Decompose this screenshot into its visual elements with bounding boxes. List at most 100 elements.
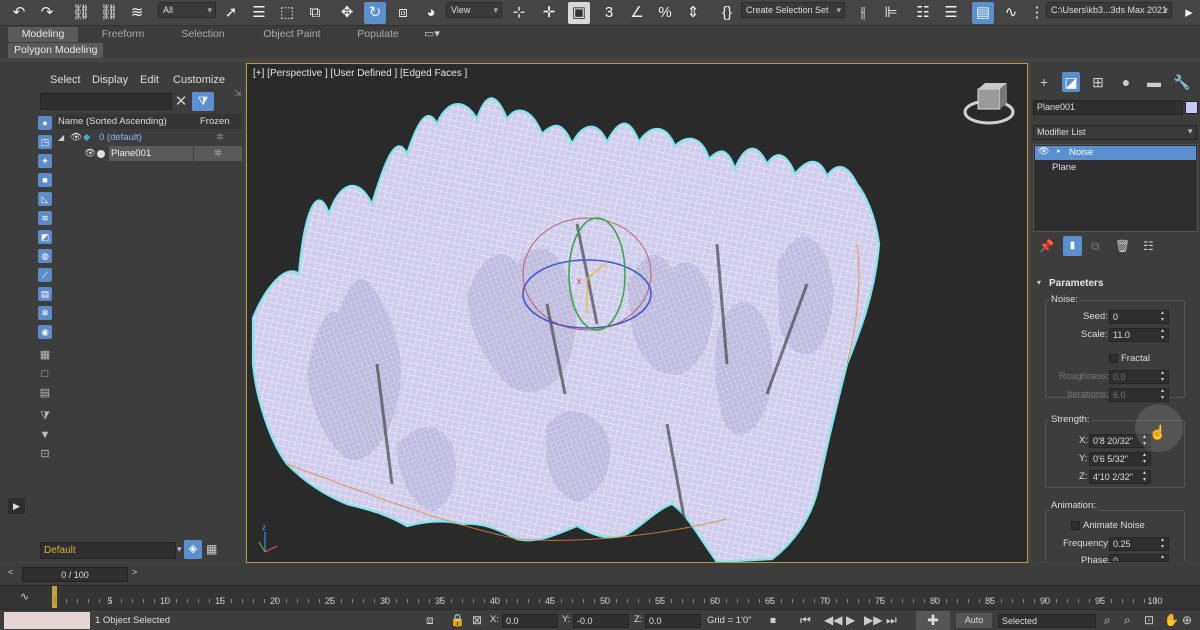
zoom-icon[interactable]: ⌕ xyxy=(1104,613,1111,628)
link-icon[interactable]: ⛓ xyxy=(70,2,92,24)
curve-editor-icon[interactable]: ∿ xyxy=(1000,2,1022,24)
redo-icon[interactable]: ↷ xyxy=(36,2,58,24)
angle-snap-icon[interactable]: ∠ xyxy=(626,2,648,24)
pivot-center-icon[interactable]: ⊹ xyxy=(508,2,530,24)
zoom-extents-icon[interactable]: ⊡ xyxy=(1144,613,1154,627)
name-column-header[interactable]: Name (Sorted Ascending) xyxy=(58,114,167,129)
xref-filter-icon[interactable]: ◍ xyxy=(38,249,52,263)
orbit-icon[interactable]: ⊕ xyxy=(1182,613,1192,627)
bone-filter-icon[interactable]: ⟋ xyxy=(38,268,52,282)
ribbon-toggle-icon[interactable]: ▤ xyxy=(972,2,994,24)
frozen-toggle-icon[interactable]: ✲ xyxy=(194,146,242,161)
geometry-filter-icon[interactable]: ● xyxy=(38,116,52,130)
stack-expand-icon[interactable]: ▸ xyxy=(1057,147,1061,155)
layer-explorer-button-icon[interactable]: ◈ xyxy=(184,540,202,559)
viewcube-icon[interactable] xyxy=(963,83,1015,125)
maxscript-listener[interactable] xyxy=(4,612,90,629)
create-tab-icon[interactable]: + xyxy=(1035,72,1053,92)
ribbon-options-icon[interactable]: ▭▾ xyxy=(424,27,440,40)
time-next-icon[interactable]: > xyxy=(132,567,137,577)
roughness-spinner[interactable]: 0.0 xyxy=(1109,370,1169,384)
visibility-eye-icon[interactable]: 👁 xyxy=(84,146,96,161)
animate-noise-checkbox[interactable] xyxy=(1071,521,1080,530)
stack-item-noise[interactable]: 👁 ▸ Noise xyxy=(1035,146,1196,160)
tab-freeform[interactable]: Freeform xyxy=(88,27,158,42)
light-filter-icon[interactable]: ✦ xyxy=(38,154,52,168)
placement-icon[interactable]: ◕ xyxy=(420,2,442,24)
time-slider[interactable]: 0 / 100 xyxy=(22,567,128,582)
select-object-icon[interactable]: ➚ xyxy=(220,2,242,24)
remove-modifier-icon[interactable]: 🗑 xyxy=(1115,239,1130,253)
fractal-checkbox[interactable] xyxy=(1109,354,1118,363)
selection-lock-icon[interactable]: 🔒 xyxy=(450,613,465,627)
menu-edit[interactable]: Edit xyxy=(140,74,159,86)
display-tab-icon[interactable]: ▬ xyxy=(1145,72,1163,92)
group-filter-icon[interactable]: ◩ xyxy=(38,230,52,244)
strength-y-spinner[interactable]: 0'6 5/32" xyxy=(1089,452,1151,466)
make-unique-icon[interactable]: ⧉ xyxy=(1091,239,1100,254)
auto-key-button[interactable]: Auto xyxy=(956,613,992,628)
perspective-viewport[interactable]: [+] [Perspective ] [User Defined ] [Edge… xyxy=(246,63,1028,563)
hierarchy-tab-icon[interactable]: ⊞ xyxy=(1089,72,1107,92)
frozen-column-header[interactable]: Frozen xyxy=(200,114,230,129)
configure-modifier-sets-icon[interactable]: ☷ xyxy=(1143,239,1154,253)
expand-triangle-icon[interactable]: ◢ xyxy=(58,130,64,145)
seed-spinner[interactable]: 0 xyxy=(1109,310,1169,324)
display-none-icon[interactable]: □ xyxy=(38,367,52,381)
select-by-name-icon[interactable]: ☰ xyxy=(248,2,270,24)
scene-explorer-button-icon[interactable]: ▦ xyxy=(206,542,217,556)
scale-spinner[interactable]: 11.0 xyxy=(1109,328,1169,342)
tab-object-paint[interactable]: Object Paint xyxy=(250,27,334,42)
mirror-icon[interactable]: ⫲ xyxy=(852,2,874,24)
toolbar-overflow-icon[interactable]: ▸ xyxy=(1178,2,1200,24)
scale-icon[interactable]: ⧈ xyxy=(392,2,414,24)
motion-tab-icon[interactable]: ● xyxy=(1117,72,1135,92)
bind-space-warp-icon[interactable]: ≋ xyxy=(126,2,148,24)
layer-dropdown-arrow-icon[interactable]: ▾ xyxy=(177,544,182,555)
object-name-input[interactable]: Plane001 xyxy=(1033,100,1183,115)
pan-icon[interactable]: ✋ xyxy=(1164,613,1179,627)
frozen-filter-icon[interactable]: ❄ xyxy=(38,306,52,320)
layer-dropdown[interactable]: Default xyxy=(40,542,176,559)
spinner-snap-icon[interactable]: ⇕ xyxy=(682,2,704,24)
expand-arrow-icon[interactable]: ▶ xyxy=(8,498,25,514)
modifier-list-arrow-icon[interactable]: ▾ xyxy=(1188,126,1193,137)
helper-filter-icon[interactable]: ◺ xyxy=(38,192,52,206)
move-icon[interactable]: ✥ xyxy=(336,2,358,24)
visibility-eye-icon[interactable]: 👁 xyxy=(70,130,82,145)
curve-editor-mini-icon[interactable]: ∿ xyxy=(20,590,29,603)
show-end-result-icon[interactable]: ▮ xyxy=(1063,236,1082,256)
object-color-swatch[interactable] xyxy=(1185,101,1198,114)
project-folder-dropdown[interactable]: C:\Users\kb3...3ds Max 2021 xyxy=(1046,2,1172,18)
track-bar[interactable]: ∿ 5 10 15 20 25 30 35 40 45 50 55 60 65 70 75 80 85 90 95 1… xyxy=(0,585,1200,609)
time-prev-icon[interactable]: < xyxy=(8,567,13,577)
next-frame-icon[interactable]: ▶▶ xyxy=(864,613,882,627)
tab-modeling[interactable]: Modeling xyxy=(8,27,78,42)
polygon-modeling-panel[interactable]: Polygon Modeling xyxy=(8,43,104,58)
add-time-tag-icon[interactable]: ⏹ xyxy=(770,613,776,628)
snaps-toggle-icon[interactable]: 3 xyxy=(598,2,620,24)
camera-filter-icon[interactable]: ■ xyxy=(38,173,52,187)
modify-tab-icon[interactable]: ◪ xyxy=(1062,72,1080,92)
previous-frame-icon[interactable]: ◀◀ xyxy=(824,613,842,627)
layer-row[interactable]: ◢ 👁 ◆ 0 (default) ✲ xyxy=(56,130,242,145)
edit-named-selection-icon[interactable]: {} xyxy=(716,2,738,24)
play-icon[interactable]: ▶ xyxy=(846,613,855,627)
z-coord-input[interactable]: 0.0 xyxy=(645,614,701,628)
phase-spinner[interactable]: 0 xyxy=(1109,554,1169,562)
modifier-on-eye-icon[interactable]: 👁 xyxy=(1038,146,1049,157)
y-coord-input[interactable]: -0.0 xyxy=(573,614,629,628)
key-filter-dropdown[interactable]: Selected xyxy=(998,614,1096,628)
explorer-pin-icon[interactable]: ⇲ xyxy=(234,88,242,99)
isolate-selection-icon[interactable]: ⧈ xyxy=(426,613,434,628)
stack-item-plane[interactable]: Plane xyxy=(1052,162,1076,173)
modifier-list-dropdown[interactable]: Modifier List xyxy=(1033,125,1197,140)
invert-display-icon[interactable]: ▤ xyxy=(38,386,52,400)
menu-select[interactable]: Select xyxy=(50,74,81,86)
strength-z-spinner[interactable]: 4'10 2/32" xyxy=(1089,470,1151,484)
set-key-icon[interactable]: ✚ xyxy=(916,611,950,630)
display-all-icon[interactable]: ▦ xyxy=(38,348,52,362)
rectangular-selection-icon[interactable]: ⬚ xyxy=(276,2,298,24)
unlink-icon[interactable]: ⛓ xyxy=(98,2,120,24)
named-selection-dropdown[interactable]: Create Selection Set xyxy=(741,2,845,18)
